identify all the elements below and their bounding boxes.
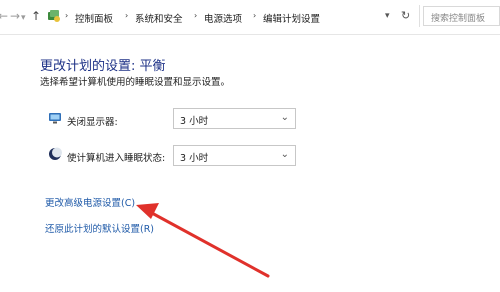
up-button[interactable]: ↑ <box>31 9 41 23</box>
breadcrumb-separator: › <box>194 11 198 20</box>
breadcrumb-control-panel[interactable]: 控制面板 <box>75 11 113 25</box>
recent-locations-dropdown[interactable]: ▾ <box>21 11 26 25</box>
breadcrumb-separator: › <box>125 11 129 20</box>
search-input[interactable]: 搜索控制面板 <box>423 6 500 26</box>
control-panel-icon <box>48 10 60 22</box>
restore-defaults-link[interactable]: 还原此计划的默认设置(R) <box>45 221 154 235</box>
page-subtitle: 选择希望计算机使用的睡眠设置和显示设置。 <box>40 77 231 88</box>
forward-button[interactable]: → <box>10 9 20 23</box>
divider <box>419 5 420 27</box>
advanced-power-settings-link[interactable]: 更改高级电源设置(C) <box>45 195 135 209</box>
chevron-down-icon: ⌄ <box>280 149 289 160</box>
moon-sleep-icon <box>49 147 62 160</box>
breadcrumb-edit-plan[interactable]: 编辑计划设置 <box>263 11 320 25</box>
display-off-select[interactable]: 3 小时 ⌄ <box>173 108 296 129</box>
display-off-label: 关闭显示器: <box>67 117 118 128</box>
breadcrumb-power-options[interactable]: 电源选项 <box>204 11 242 25</box>
refresh-button[interactable]: ↻ <box>401 9 410 22</box>
address-bar: ← → ▾ ↑ › 控制面板 › 系统和安全 › 电源选项 › 编辑计划设置 ▾… <box>0 0 500 35</box>
chevron-down-icon: ⌄ <box>280 112 289 123</box>
back-button[interactable]: ← <box>0 9 8 23</box>
address-dropdown-button[interactable]: ▾ <box>385 11 390 21</box>
sleep-select[interactable]: 3 小时 ⌄ <box>173 145 296 166</box>
breadcrumb-separator: › <box>253 11 257 20</box>
breadcrumb-system-security[interactable]: 系统和安全 <box>135 11 183 25</box>
sleep-value: 3 小时 <box>180 153 209 164</box>
breadcrumb-separator: › <box>65 11 69 20</box>
sleep-label: 使计算机进入睡眠状态: <box>67 153 166 164</box>
display-off-value: 3 小时 <box>180 116 209 127</box>
page-title: 更改计划的设置: 平衡 <box>40 59 166 74</box>
monitor-icon <box>49 113 61 124</box>
